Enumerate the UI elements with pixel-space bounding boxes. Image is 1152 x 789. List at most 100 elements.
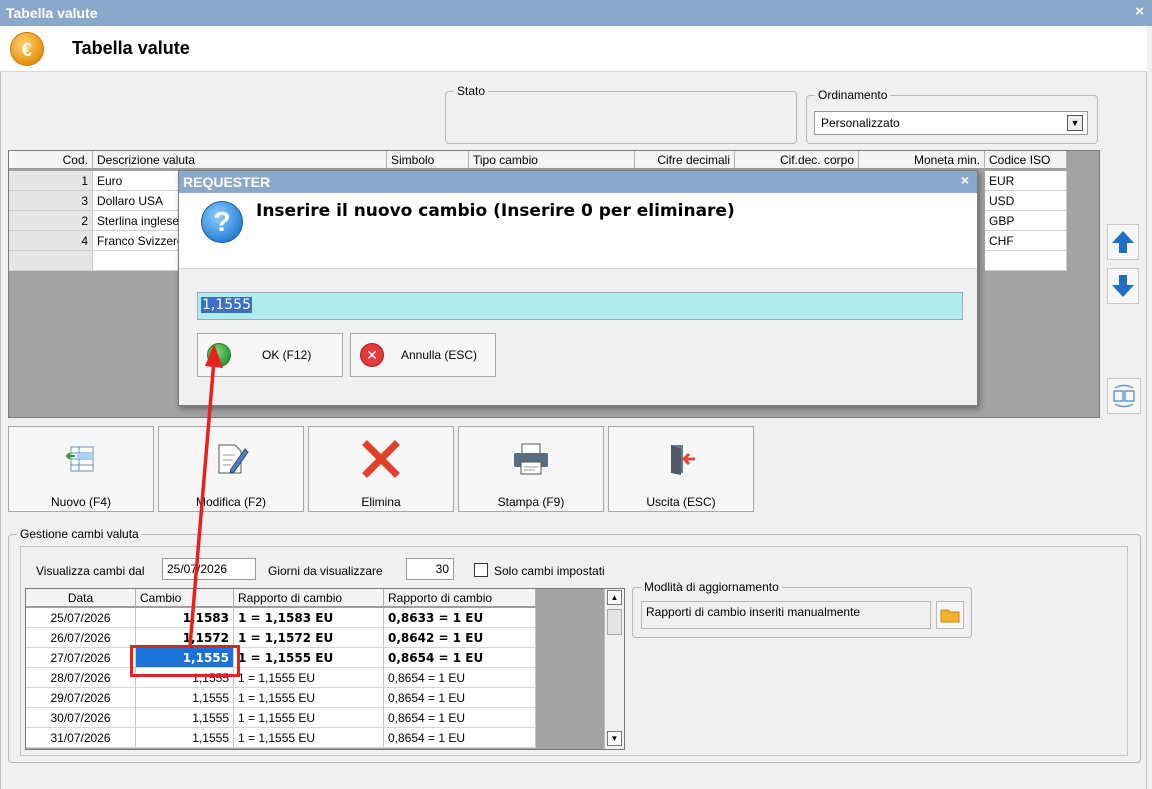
cambi-row-rapporto-1[interactable]: 1 = 1,1572 EU: [234, 628, 384, 648]
edit-icon: [218, 444, 249, 474]
row-descrizione-empty[interactable]: [93, 251, 183, 271]
cambi-row-rapporto-1[interactable]: 1 = 1,1555 EU: [234, 668, 384, 688]
cambi-row-cambio[interactable]: 1,1555: [136, 708, 234, 728]
close-icon[interactable]: ×: [961, 172, 969, 188]
row-descrizione[interactable]: Sterlina inglese: [93, 211, 183, 231]
printer-icon: [514, 443, 548, 475]
cambi-row-rapporto-1[interactable]: 1 = 1,1555 EU: [234, 688, 384, 708]
row-iso[interactable]: EUR: [985, 171, 1067, 191]
row-iso[interactable]: CHF: [985, 231, 1067, 251]
cambi-row-data[interactable]: 25/07/2026: [26, 608, 136, 628]
requester-dialog: REQUESTER × ? Inserire il nuovo cambio (…: [178, 170, 978, 406]
cambi-row-rapporto-2[interactable]: 0,8654 = 1 EU: [384, 708, 536, 728]
cambi-grid: Data Cambio Rapporto di cambio Rapporto …: [25, 588, 625, 750]
row-cod[interactable]: 1: [9, 171, 93, 191]
stampa-button[interactable]: Stampa (F9): [458, 426, 604, 512]
elimina-label: Elimina: [361, 495, 401, 509]
nuovo-label: Nuovo (F4): [50, 495, 112, 509]
row-iso[interactable]: USD: [985, 191, 1067, 211]
col-header-rapporto-1[interactable]: Rapporto di cambio: [234, 589, 384, 607]
col-header-simbolo[interactable]: Simbolo: [387, 151, 469, 169]
cambi-row-data[interactable]: 28/07/2026: [26, 668, 136, 688]
scroll-thumb[interactable]: [607, 609, 622, 635]
cambi-row-rapporto-2[interactable]: 0,8633 = 1 EU: [384, 608, 536, 628]
col-header-tipo-cambio[interactable]: Tipo cambio: [469, 151, 635, 169]
swap-button[interactable]: [1107, 378, 1141, 414]
uscita-button[interactable]: Uscita (ESC): [608, 426, 754, 512]
folder-icon: [940, 609, 960, 623]
cambi-row-data[interactable]: 26/07/2026: [26, 628, 136, 648]
cambi-row-rapporto-1[interactable]: 1 = 1,1555 EU: [234, 708, 384, 728]
modalita-folder-button[interactable]: [936, 601, 964, 629]
ordinamento-select[interactable]: Personalizzato ▼: [814, 111, 1088, 135]
row-descrizione[interactable]: Dollaro USA: [93, 191, 183, 211]
window-titlebar: Tabella valute ×: [0, 0, 1152, 26]
close-icon[interactable]: ×: [1135, 3, 1144, 20]
modifica-button[interactable]: Modifica (F2): [158, 426, 304, 512]
solo-cambi-label: Solo cambi impostati: [494, 564, 605, 578]
cambi-row-data[interactable]: 30/07/2026: [26, 708, 136, 728]
cambi-row-cambio[interactable]: 1,1555: [136, 728, 234, 748]
new-rate-value: 1,1555: [201, 297, 252, 313]
euro-icon: €: [10, 32, 44, 66]
col-header-cifre-decimali[interactable]: Cifre decimali: [635, 151, 735, 169]
cambi-row-rapporto-2[interactable]: 0,8654 = 1 EU: [384, 648, 536, 668]
delete-icon: [362, 440, 400, 478]
chevron-down-icon[interactable]: ▼: [1067, 115, 1083, 131]
move-down-button[interactable]: [1107, 268, 1139, 304]
cambi-row-data[interactable]: 27/07/2026: [26, 648, 136, 668]
giorni-label: Giorni da visualizzare: [268, 564, 383, 578]
col-header-cod[interactable]: Cod.: [9, 151, 93, 169]
requester-prompt: Inserire il nuovo cambio (Inserire 0 per…: [256, 201, 735, 221]
cambi-row-rapporto-2[interactable]: 0,8642 = 1 EU: [384, 628, 536, 648]
cambi-row-cambio[interactable]: 1,1555: [136, 688, 234, 708]
col-header-cambio[interactable]: Cambio: [136, 589, 234, 607]
gestione-cambi-legend: Gestione cambi valuta: [20, 527, 139, 541]
cambi-scrollbar[interactable]: ▲ ▼: [604, 589, 624, 749]
modalita-legend: Modlità di aggiornamento: [644, 580, 779, 594]
cambi-row-rapporto-1[interactable]: 1 = 1,1555 EU: [234, 648, 384, 668]
row-descrizione[interactable]: Euro: [93, 171, 183, 191]
row-descrizione[interactable]: Franco Svizzero: [93, 231, 183, 251]
requester-message-area: ? Inserire il nuovo cambio (Inserire 0 p…: [179, 193, 977, 269]
row-cod[interactable]: 3: [9, 191, 93, 211]
row-cod[interactable]: 2: [9, 211, 93, 231]
stampa-label: Stampa (F9): [497, 495, 565, 509]
cambi-row-rapporto-1[interactable]: 1 = 1,1583 EU: [234, 608, 384, 628]
row-iso-empty[interactable]: [985, 251, 1067, 271]
scroll-down-icon[interactable]: ▼: [607, 731, 622, 746]
col-header-data[interactable]: Data: [26, 589, 136, 607]
cambi-row-rapporto-2[interactable]: 0,8654 = 1 EU: [384, 668, 536, 688]
page-title: Tabella valute: [72, 38, 190, 58]
ok-check-icon: [207, 343, 231, 367]
new-rate-input[interactable]: 1,1555: [197, 292, 963, 320]
annulla-label: Annulla (ESC): [401, 348, 478, 362]
col-header-moneta-min[interactable]: Moneta min.: [859, 151, 985, 169]
row-iso[interactable]: GBP: [985, 211, 1067, 231]
giorni-input[interactable]: [406, 558, 454, 580]
col-header-cif-dec-corpo[interactable]: Cif.dec. corpo: [735, 151, 859, 169]
col-header-descrizione[interactable]: Descrizione valuta: [93, 151, 387, 169]
cambi-row-cambio[interactable]: 1,1583: [136, 608, 234, 628]
cambi-row-rapporto-1[interactable]: 1 = 1,1555 EU: [234, 728, 384, 748]
cancel-x-icon: ✕: [360, 343, 384, 367]
annulla-button[interactable]: ✕ Annulla (ESC): [350, 333, 496, 377]
col-header-rapporto-2[interactable]: Rapporto di cambio: [384, 589, 536, 607]
date-from-input[interactable]: [162, 558, 256, 580]
col-header-codice-iso[interactable]: Codice ISO: [985, 151, 1067, 169]
question-icon: ?: [201, 201, 243, 243]
scroll-up-icon[interactable]: ▲: [607, 590, 622, 605]
nuovo-button[interactable]: Nuovo (F4): [8, 426, 154, 512]
row-cod[interactable]: 4: [9, 231, 93, 251]
row-cod-empty[interactable]: [9, 251, 93, 271]
elimina-button[interactable]: Elimina: [308, 426, 454, 512]
cambi-row-rapporto-2[interactable]: 0,8654 = 1 EU: [384, 728, 536, 748]
solo-cambi-checkbox[interactable]: [474, 563, 488, 577]
arrow-down-icon: [1112, 275, 1134, 297]
cambi-row-data[interactable]: 31/07/2026: [26, 728, 136, 748]
move-up-button[interactable]: [1107, 224, 1139, 260]
cambi-row-data[interactable]: 29/07/2026: [26, 688, 136, 708]
requester-titlebar: REQUESTER ×: [179, 171, 977, 193]
cambi-row-rapporto-2[interactable]: 0,8654 = 1 EU: [384, 688, 536, 708]
ok-button[interactable]: OK (F12): [197, 333, 343, 377]
